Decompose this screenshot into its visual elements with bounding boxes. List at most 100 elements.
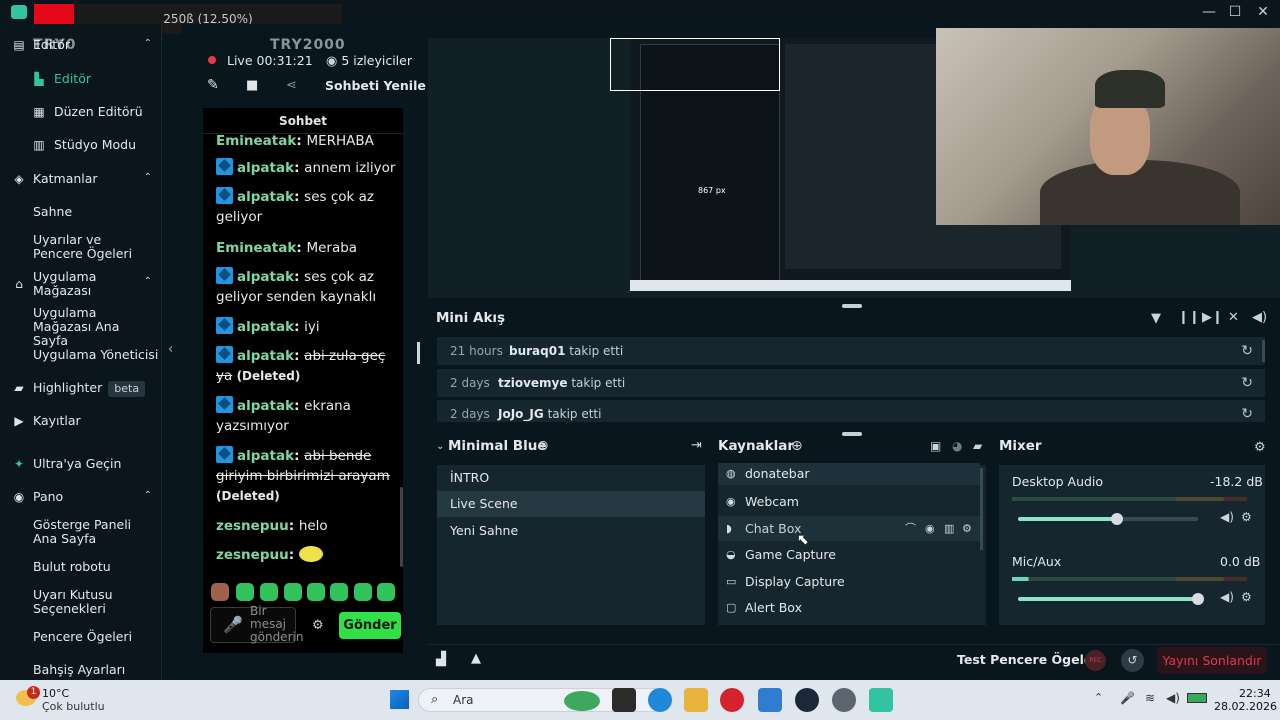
sidebar-item-studio-mode[interactable]: ▥ Stüdyo Modu — [0, 138, 162, 153]
sidebar-header[interactable]: ▤ TRY0 Editör ⌃ — [0, 38, 162, 54]
refresh-chat-button[interactable]: Sohbeti Yenile — [325, 78, 426, 93]
file-explorer-icon[interactable] — [684, 688, 708, 712]
panel-resize-handle[interactable] — [417, 342, 420, 364]
source-audio-icon[interactable]: ◕ — [952, 439, 962, 453]
source-box-icon[interactable]: ▣ — [930, 439, 941, 453]
replay-icon[interactable]: ↻ — [1241, 369, 1253, 397]
scene-item[interactable]: Yeni Sahne — [437, 518, 705, 544]
settings-gear-icon[interactable]: ⚙ — [312, 618, 324, 633]
source-item[interactable]: ◒ Game Capture — [718, 542, 980, 567]
emote-icon[interactable] — [211, 583, 229, 601]
share-icon[interactable]: ⋖ — [286, 78, 297, 93]
sidebar-section-layers[interactable]: ◈ Katmanlar ⌃ — [0, 172, 162, 187]
source-item[interactable]: ◉ Webcam — [718, 489, 980, 514]
emote-icon[interactable] — [307, 583, 325, 601]
task-view-icon[interactable] — [612, 688, 636, 712]
mixer-settings-gear-icon[interactable]: ⚙ — [1254, 440, 1266, 455]
source-item[interactable]: ▢ Alert Box — [718, 595, 980, 620]
sidebar-item-editor[interactable]: ▙ Editör — [0, 72, 162, 87]
emote-icon[interactable] — [284, 583, 302, 601]
sidebar-item-tip-settings[interactable]: Bahşiş Ayarları — [0, 663, 162, 677]
volume-icon[interactable]: ◀) — [1252, 310, 1267, 325]
record-button[interactable]: REC — [1085, 650, 1106, 671]
add-source-icon[interactable]: ⊕ — [791, 438, 803, 454]
sidebar-item-recordings[interactable]: ▶ Kayıtlar — [0, 414, 162, 429]
microphone-icon[interactable]: 🎤 — [223, 615, 243, 634]
send-button[interactable]: Gönder — [339, 612, 401, 639]
sidebar-item-app-manager[interactable]: Uygulama Yöneticisi — [0, 348, 162, 362]
sidebar-item-widgets[interactable]: Pencere Ögeleri — [0, 630, 162, 644]
microphone-icon[interactable]: 🎤 — [1120, 691, 1135, 705]
close-button[interactable]: ✕ — [1252, 3, 1274, 21]
sidebar-section-dashboard[interactable]: ◉ Pano ⌃ — [0, 490, 162, 505]
replay-icon[interactable]: ↻ — [1241, 337, 1253, 365]
channel-settings-gear-icon[interactable]: ⚙ — [1241, 510, 1252, 524]
sidebar-section-app-store[interactable]: ⌂ Uygulama Mağazası ⌃ — [0, 270, 162, 298]
steam-icon[interactable] — [795, 688, 819, 712]
skip-icon[interactable]: ▶❙ — [1202, 310, 1223, 325]
chat-scrollbar[interactable] — [400, 487, 403, 567]
feed-scrollbar[interactable] — [1262, 340, 1265, 362]
volume-slider[interactable] — [1018, 513, 1198, 525]
sidebar-item-ultra[interactable]: ✦ Ultra'ya Geçin — [0, 457, 162, 472]
sources-scrollbar[interactable] — [980, 468, 983, 550]
chevron-up-icon[interactable]: ⌃ — [1094, 691, 1103, 704]
emote-icon[interactable] — [260, 583, 278, 601]
trash-icon[interactable]: ▥ — [944, 516, 954, 541]
source-item[interactable]: ◗ Chat Box ⌒ ◉ ▥ ⚙ — [718, 516, 980, 541]
wifi-icon[interactable]: ≋ — [1145, 691, 1155, 705]
drag-handle[interactable] — [842, 432, 862, 436]
pause-icon[interactable]: ❙❙ — [1178, 310, 1200, 325]
drag-handle[interactable] — [842, 304, 862, 308]
replay-icon[interactable]: ↻ — [1241, 400, 1253, 428]
sidebar-item-app-store-home[interactable]: Uygulama Mağazası Ana Sayfa — [0, 306, 162, 348]
volume-knob[interactable] — [1192, 593, 1204, 605]
minimize-button[interactable]: — — [1198, 3, 1220, 21]
maximize-button[interactable]: ☐ — [1224, 3, 1246, 21]
emote-icon[interactable] — [377, 583, 395, 601]
source-folder-icon[interactable]: ▰ — [973, 439, 982, 453]
sidebar-item-scene[interactable]: Sahne — [0, 205, 162, 219]
scene-item[interactable]: Live Scene — [437, 491, 705, 517]
add-scene-icon[interactable]: ⊕ — [537, 438, 549, 454]
volume-icon[interactable]: ◀) — [1166, 691, 1180, 705]
windows-start-icon[interactable] — [390, 690, 409, 709]
collapse-sidebar-icon[interactable]: ‹ — [168, 342, 173, 357]
channel-settings-gear-icon[interactable]: ⚙ — [1241, 590, 1252, 604]
test-widgets-button[interactable]: Test Pencere Ögeleri — [957, 652, 1103, 667]
sidebar-item-dashboard-home[interactable]: Gösterge Paneli Ana Sayfa — [0, 518, 162, 546]
sidebar-item-cloudbot[interactable]: Bulut robotu — [0, 560, 162, 574]
sidebar-item-highlighter[interactable]: ▰ Highlighter beta — [0, 381, 162, 397]
source-item[interactable]: ▭ Display Capture — [718, 569, 980, 594]
edge-icon[interactable] — [648, 688, 672, 712]
emote-icon[interactable] — [354, 583, 372, 601]
volume-knob[interactable] — [1111, 513, 1123, 525]
emote-icon[interactable] — [236, 583, 254, 601]
opera-icon[interactable] — [720, 688, 744, 712]
camera-icon[interactable]: ■ — [246, 78, 258, 93]
sidebar-item-alertbox-options[interactable]: Uyarı Kutusu Seçenekleri — [0, 588, 162, 616]
visibility-eye-icon[interactable]: ◉ — [925, 516, 935, 541]
scene-collection-title[interactable]: Minimal Blue — [448, 438, 547, 454]
emote-icon[interactable] — [330, 583, 348, 601]
chevron-down-icon[interactable]: ⌄ — [436, 441, 444, 452]
source-settings-gear-icon[interactable]: ⚙ — [962, 516, 972, 541]
unlock-icon[interactable]: ⌒ — [905, 516, 916, 541]
streamlabs-icon[interactable] — [869, 688, 893, 712]
notepad-icon[interactable] — [758, 688, 782, 712]
speaker-icon[interactable]: ◀) — [1220, 510, 1234, 524]
sidebar-item-layout-editor[interactable]: ▦ Düzen Editörü — [0, 105, 162, 120]
mute-alerts-icon[interactable]: ✕ — [1228, 310, 1239, 325]
speaker-icon[interactable]: ◀) — [1220, 590, 1234, 604]
replay-buffer-icon[interactable]: ↺ — [1121, 649, 1144, 672]
stats-chart-icon[interactable]: ▟ — [436, 652, 446, 667]
scene-transition-icon[interactable]: ⇥ — [691, 438, 702, 453]
settings-gear-icon[interactable] — [832, 688, 856, 712]
filter-icon[interactable]: ▼ — [1151, 311, 1161, 326]
selection-box[interactable] — [610, 38, 780, 91]
source-item[interactable]: ◍ donatebar — [718, 463, 980, 485]
volume-slider[interactable] — [1018, 593, 1204, 605]
edit-pencil-icon[interactable]: ✎ — [207, 77, 219, 93]
notification-bell-icon[interactable]: ▲ — [471, 651, 481, 666]
end-stream-button[interactable]: Yayını Sonlandır — [1157, 647, 1267, 674]
